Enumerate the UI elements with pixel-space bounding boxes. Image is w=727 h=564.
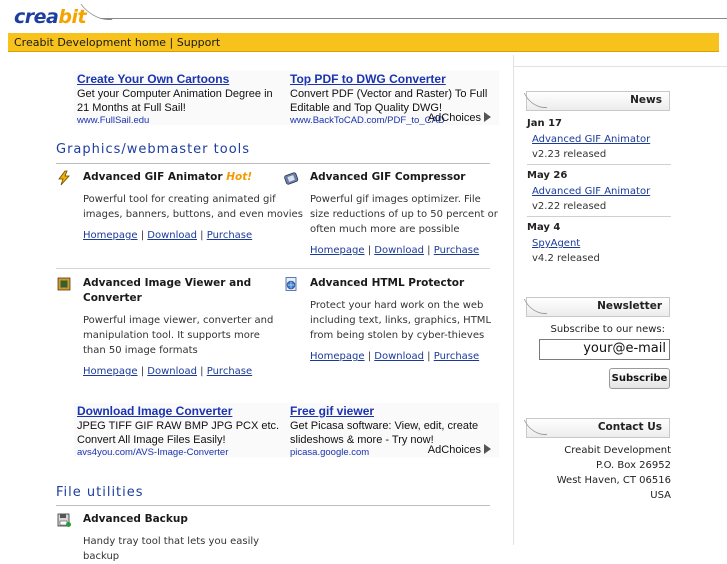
html-protector-icon [285, 277, 297, 291]
right-column-top-rule [513, 66, 727, 67]
product-gif-animator: Advanced GIF Animator Hot! Powerful tool… [83, 170, 303, 241]
hot-badge: Hot! [226, 171, 253, 183]
product-description: Powerful tool for creating animated gif … [83, 194, 303, 220]
news-separator [527, 216, 671, 217]
ad-description: JPEG TIFF GIF RAW BMP JPG PCX etc. Conve… [77, 420, 280, 446]
contact-box-header: Contact Us [523, 418, 670, 438]
contact-line: Creabit Development [564, 445, 671, 456]
news-date: Jan 17 [527, 118, 562, 129]
product-description: Protect your hard work on the web includ… [310, 300, 492, 341]
contact-line: USA [650, 490, 671, 501]
news-box-header: News [523, 91, 670, 111]
contact-line: West Haven, CT 06516 [556, 475, 671, 486]
site-header: creabit [0, 0, 727, 33]
news-title: News [630, 94, 662, 106]
product-links: Homepage | Download | Purchase [310, 351, 480, 362]
ad-left[interactable]: Download Image Converter JPEG TIFF GIF R… [77, 403, 282, 457]
subscribe-button[interactable]: Subscribe [609, 368, 670, 389]
ad-url[interactable]: www.FullSail.edu [77, 115, 282, 125]
news-date: May 4 [527, 222, 561, 233]
news-entry: May 4 SpyAgent v4.2 released [527, 222, 677, 264]
product-description: Powerful gif images optimizer. File size… [310, 194, 498, 235]
product-links: Homepage | Download | Purchase [83, 230, 253, 241]
purchase-link[interactable]: Purchase [434, 351, 479, 362]
product-image-viewer: Advanced Image Viewer and Converter Powe… [83, 276, 278, 377]
ad-description: Get Picasa software: View, edit, create … [290, 420, 479, 446]
news-text: v2.22 released [532, 201, 607, 212]
download-link[interactable]: Download [147, 230, 197, 241]
contact-title: Contact Us [597, 421, 662, 433]
product-name[interactable]: Advanced GIF Animator [83, 171, 223, 183]
column-divider [513, 55, 514, 545]
row-separator [56, 268, 490, 269]
homepage-link[interactable]: Homepage [83, 230, 138, 241]
image-viewer-icon [57, 277, 71, 291]
ad-banner-top: Create Your Own Cartoons Get your Comput… [74, 71, 499, 125]
backup-icon [57, 513, 71, 527]
newsletter-email-input[interactable]: your@e-mail [539, 339, 670, 360]
news-text: v4.2 released [532, 253, 600, 264]
ad-description: Get your Computer Animation Degree in 21… [77, 88, 273, 114]
adchoices-link[interactable]: AdChoices [428, 112, 491, 124]
news-date: May 26 [527, 170, 568, 181]
product-gif-compressor: Advanced GIF Compressor Powerful gif ima… [310, 170, 500, 256]
adchoices-icon [484, 112, 491, 122]
product-links: Homepage | Download | Purchase [83, 366, 253, 377]
ad-banner-middle: Download Image Converter JPEG TIFF GIF R… [74, 403, 499, 457]
nav-links[interactable]: Creabit Development home | Support [14, 36, 220, 49]
purchase-link[interactable]: Purchase [207, 366, 252, 377]
ad-url[interactable]: avs4you.com/AVS-Image-Converter [77, 447, 282, 457]
homepage-link[interactable]: Homepage [310, 351, 365, 362]
section-title-graphics: Graphics/webmaster tools [56, 142, 251, 157]
adchoices-icon [484, 444, 491, 454]
contact-address: Creabit Development P.O. Box 26952 West … [526, 443, 671, 503]
download-link[interactable]: Download [147, 366, 197, 377]
download-link[interactable]: Download [374, 351, 424, 362]
gif-compressor-icon [284, 172, 299, 185]
section-rule [56, 505, 490, 506]
news-link[interactable]: SpyAgent [532, 238, 677, 249]
product-name[interactable]: Advanced Image Viewer and Converter [83, 276, 278, 306]
ad-title[interactable]: Download Image Converter [77, 404, 282, 419]
ad-title[interactable]: Free gif viewer [290, 404, 495, 419]
ad-description: Convert PDF (Vector and Raster) To Full … [290, 88, 488, 114]
product-name[interactable]: Advanced GIF Compressor [310, 170, 500, 185]
news-link[interactable]: Advanced GIF Animator [532, 186, 677, 197]
news-link[interactable]: Advanced GIF Animator [532, 134, 677, 145]
product-links: Homepage | Download | Purchase [310, 245, 480, 256]
newsletter-title: Newsletter [597, 300, 662, 312]
news-separator [527, 164, 671, 165]
product-name[interactable]: Advanced HTML Protector [310, 276, 500, 291]
newsletter-label: Subscribe to our news: [550, 324, 665, 335]
homepage-link[interactable]: Homepage [83, 366, 138, 377]
product-advanced-backup: Advanced Backup Handy tray tool that let… [83, 512, 293, 564]
download-link[interactable]: Download [374, 245, 424, 256]
ad-title[interactable]: Create Your Own Cartoons [77, 72, 282, 87]
news-entry: Jan 17 Advanced GIF Animator v2.23 relea… [527, 118, 677, 160]
product-html-protector: Advanced HTML Protector Protect your har… [310, 276, 500, 362]
homepage-link[interactable]: Homepage [310, 245, 365, 256]
product-description: Powerful image viewer, converter and man… [83, 315, 274, 356]
section-title-file-utilities: File utilities [56, 485, 144, 500]
purchase-link[interactable]: Purchase [207, 230, 252, 241]
section-rule [56, 163, 490, 164]
adchoices-link[interactable]: AdChoices [428, 444, 491, 456]
ad-left[interactable]: Create Your Own Cartoons Get your Comput… [77, 71, 282, 125]
purchase-link[interactable]: Purchase [434, 245, 479, 256]
contact-line: P.O. Box 26952 [595, 460, 671, 471]
news-entry: May 26 Advanced GIF Animator v2.22 relea… [527, 170, 677, 212]
product-description: Handy tray tool that lets you easily bac… [83, 536, 260, 562]
header-rule [100, 18, 727, 19]
gif-animator-icon [58, 170, 70, 186]
top-nav-bar: Creabit Development home | Support [8, 33, 719, 52]
news-text: v2.23 released [532, 149, 607, 160]
ad-title[interactable]: Top PDF to DWG Converter [290, 72, 495, 87]
newsletter-box-header: Newsletter [523, 297, 670, 317]
product-name[interactable]: Advanced Backup [83, 512, 293, 527]
creabit-logo[interactable]: creabit [14, 6, 87, 28]
